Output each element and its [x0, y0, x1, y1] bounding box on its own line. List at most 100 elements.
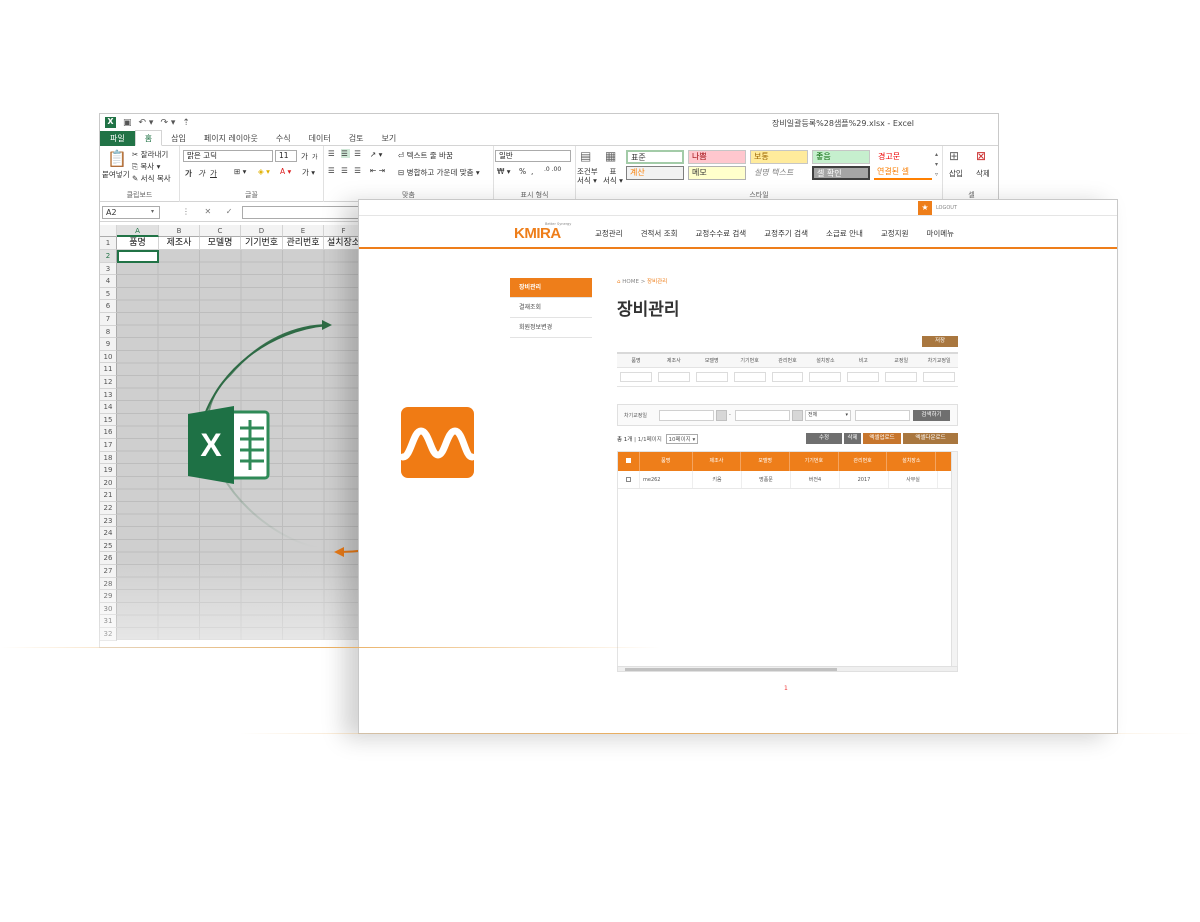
- row-header[interactable]: 20: [100, 476, 117, 490]
- column-header-b[interactable]: B: [159, 225, 200, 237]
- edit-button[interactable]: 수정: [806, 433, 842, 444]
- style-check-cell[interactable]: 셀 확인: [812, 166, 870, 180]
- side-item-member-info[interactable]: 회원정보변경: [510, 318, 592, 338]
- search-type-select[interactable]: 전체 ▾: [805, 410, 851, 421]
- row-header[interactable]: 7: [100, 313, 117, 326]
- home-icon[interactable]: ★: [918, 201, 932, 215]
- save-button[interactable]: 저장: [922, 336, 958, 347]
- style-note[interactable]: 메모: [688, 166, 746, 180]
- font-size-combo[interactable]: 11: [275, 150, 297, 162]
- row-header[interactable]: 28: [100, 577, 117, 591]
- select-all-corner[interactable]: [100, 225, 117, 237]
- delete-cells-icon[interactable]: ⊠: [976, 149, 986, 163]
- side-item-approval[interactable]: 결재조회: [510, 298, 592, 318]
- row-header[interactable]: 15: [100, 413, 117, 427]
- row-header[interactable]: 21: [100, 489, 117, 502]
- grow-font-button[interactable]: 가: [301, 151, 308, 162]
- row-header[interactable]: 19: [100, 464, 117, 477]
- delete-button[interactable]: 삭제: [844, 433, 861, 444]
- form-input[interactable]: [695, 372, 728, 382]
- tab-review[interactable]: 검토: [340, 131, 373, 146]
- form-input[interactable]: [733, 372, 766, 382]
- insert-cells-button[interactable]: 삽입: [949, 168, 963, 179]
- tab-data[interactable]: 데이터: [300, 131, 340, 146]
- wrap-text-button[interactable]: ⏎ 텍스트 줄 바꿈: [398, 150, 453, 161]
- cell-b1[interactable]: 제조사: [159, 237, 200, 250]
- form-input[interactable]: [923, 372, 956, 382]
- phonetic-icon[interactable]: 가 ▾: [302, 167, 315, 178]
- align-left-icons[interactable]: ☰ ☰ ☰: [328, 166, 363, 175]
- kmira-logo[interactable]: KMIRA: [514, 225, 561, 242]
- currency-icon[interactable]: ₩ ▾: [497, 167, 511, 176]
- row-header[interactable]: 14: [100, 401, 117, 414]
- list-column-header[interactable]: 제조사: [693, 452, 742, 471]
- conditional-format-icon[interactable]: ▤: [580, 149, 591, 163]
- paste-button[interactable]: 붙여넣기: [102, 169, 130, 180]
- row-header[interactable]: 4: [100, 275, 117, 288]
- table-format-button[interactable]: 표 서식 ▾: [603, 167, 623, 185]
- row-header[interactable]: 31: [100, 615, 117, 628]
- row-header[interactable]: 30: [100, 602, 117, 616]
- cell-a1[interactable]: 품명: [117, 237, 159, 250]
- date-to-input[interactable]: [735, 410, 790, 421]
- side-item-equipment[interactable]: 장비관리: [510, 278, 592, 298]
- form-input[interactable]: [657, 372, 690, 382]
- bold-button[interactable]: 가: [185, 168, 192, 179]
- row-header[interactable]: 3: [100, 262, 117, 276]
- calendar-icon[interactable]: [792, 410, 803, 421]
- style-normal[interactable]: 표준: [626, 150, 684, 164]
- paste-icon[interactable]: 📋: [107, 149, 127, 168]
- tab-page-layout[interactable]: 페이지 레이아웃: [195, 131, 267, 146]
- nav-quote[interactable]: 견적서 조회: [641, 228, 678, 239]
- column-header-d[interactable]: D: [241, 225, 283, 237]
- active-cell-a2[interactable]: [117, 250, 159, 263]
- shrink-font-button[interactable]: 가: [312, 152, 318, 161]
- nav-retro-fee[interactable]: 소급료 안내: [826, 228, 863, 239]
- list-column-header[interactable]: 품명: [640, 452, 693, 471]
- number-format-combo[interactable]: 일반: [495, 150, 571, 162]
- customize-qat-icon[interactable]: ⇡: [182, 118, 190, 128]
- list-column-header[interactable]: 관리번호: [839, 452, 888, 471]
- select-all-checkbox[interactable]: [618, 452, 640, 471]
- table-format-icon[interactable]: ▦: [605, 149, 616, 163]
- row-checkbox[interactable]: [618, 471, 640, 488]
- form-input[interactable]: [885, 372, 918, 382]
- row-header[interactable]: 29: [100, 590, 117, 603]
- row-header[interactable]: 2: [100, 250, 117, 263]
- list-column-header[interactable]: 모델명: [741, 452, 790, 471]
- row-header[interactable]: 24: [100, 527, 117, 540]
- row-header[interactable]: 25: [100, 539, 117, 553]
- font-name-combo[interactable]: 맑은 고딕: [183, 150, 273, 162]
- italic-button[interactable]: 가: [198, 168, 205, 179]
- undo-icon[interactable]: ↶ ▾: [139, 118, 154, 128]
- fill-color-icon[interactable]: ◈ ▾: [258, 167, 270, 176]
- tab-insert[interactable]: 삽입: [162, 131, 195, 146]
- percent-button[interactable]: %: [519, 167, 526, 176]
- cell-c1[interactable]: 모델명: [200, 237, 241, 250]
- decimal-icons[interactable]: .0 .00: [544, 166, 561, 173]
- date-from-input[interactable]: [659, 410, 714, 421]
- style-calculation[interactable]: 계산: [626, 166, 684, 180]
- row-header[interactable]: 27: [100, 565, 117, 578]
- formula-input[interactable]: [242, 206, 360, 219]
- form-input[interactable]: [620, 372, 652, 382]
- delete-cells-button[interactable]: 삭제: [976, 168, 990, 179]
- style-bad[interactable]: 나쁨: [688, 150, 746, 164]
- row-header[interactable]: 22: [100, 502, 117, 515]
- column-header-a[interactable]: A: [117, 225, 159, 237]
- tab-home[interactable]: 홈: [134, 130, 163, 146]
- cell-d1[interactable]: 기기번호: [241, 237, 283, 250]
- copy-button[interactable]: ⎘ 복사 ▾: [132, 161, 160, 172]
- nav-calibration[interactable]: 교정관리: [595, 228, 623, 239]
- redo-icon[interactable]: ↷ ▾: [160, 118, 175, 128]
- column-header-c[interactable]: C: [200, 225, 241, 237]
- nav-cycle-search[interactable]: 교정주기 검색: [764, 228, 808, 239]
- row-header[interactable]: 9: [100, 338, 117, 351]
- row-header[interactable]: 17: [100, 439, 117, 452]
- nav-my-menu[interactable]: 마이메뉴: [926, 228, 954, 239]
- comma-button[interactable]: ,: [531, 167, 533, 176]
- per-page-select[interactable]: 10페이지 ▾: [665, 434, 699, 444]
- row-header[interactable]: 13: [100, 388, 117, 402]
- merge-center-button[interactable]: ⊟ 병합하고 가운데 맞춤 ▾: [398, 167, 480, 178]
- form-input[interactable]: [771, 372, 804, 382]
